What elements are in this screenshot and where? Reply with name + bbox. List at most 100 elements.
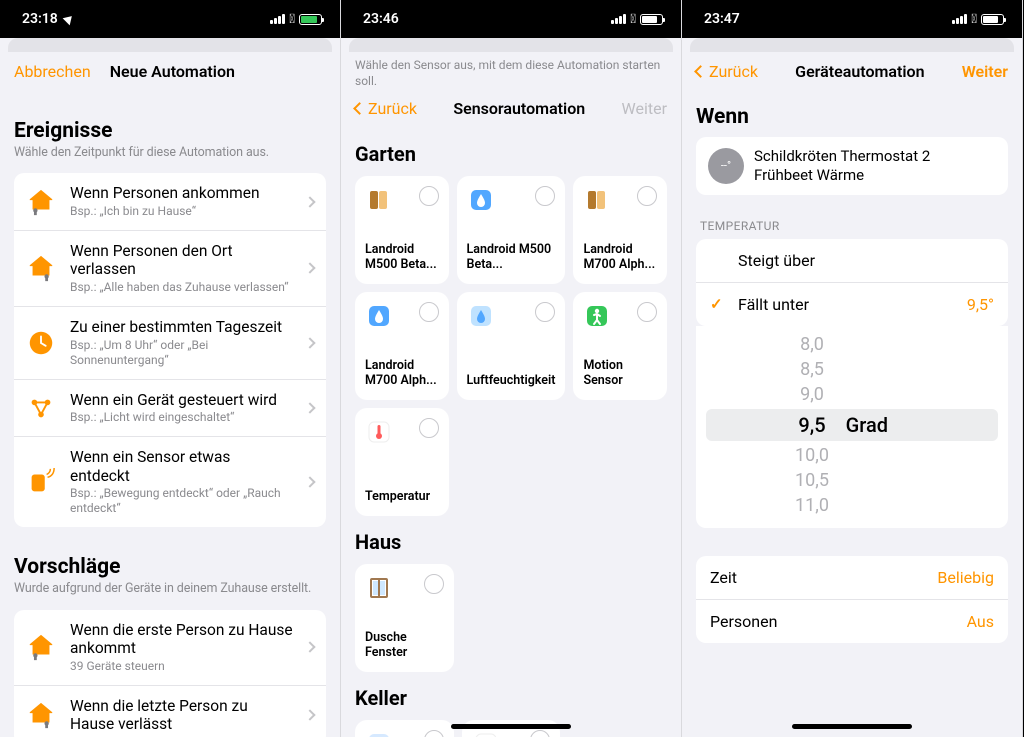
picker-row[interactable]: 10,0 bbox=[696, 443, 1008, 468]
picker-row[interactable]: 11,0 bbox=[696, 493, 1008, 518]
picker-row[interactable]: 8,0 bbox=[696, 332, 1008, 357]
sensor-tile[interactable]: Motion Sensor bbox=[573, 292, 667, 400]
next-button[interactable]: Weiter bbox=[622, 99, 667, 118]
contact-icon bbox=[583, 186, 611, 214]
sensor-tile[interactable] bbox=[355, 720, 454, 737]
row-sub: Bsp.: „Bewegung entdeckt“ oder „Rauch en… bbox=[70, 486, 294, 516]
row-sub: Bsp.: „Alle haben das Zuhause verlassen“ bbox=[70, 280, 294, 295]
row-title: Wenn Personen den Ort verlassen bbox=[70, 242, 294, 279]
room-heading: Haus bbox=[355, 530, 667, 554]
radio-unchecked-icon[interactable] bbox=[419, 302, 439, 322]
tile-label: Landroid M500 Beta... bbox=[467, 242, 556, 272]
accessory-icon bbox=[24, 391, 58, 425]
checkmark-icon: ✓ bbox=[710, 295, 732, 313]
picker-unit: Grad bbox=[846, 413, 906, 437]
sensor-tile[interactable]: Luftfeuchtigkeit bbox=[457, 292, 566, 400]
picker-row[interactable]: 9,0 bbox=[696, 382, 1008, 407]
radio-unchecked-icon[interactable] bbox=[424, 730, 444, 737]
tiles-grid: Dusche Fenster bbox=[355, 564, 667, 672]
row-title: Zu einer bestimmten Tageszeit bbox=[70, 318, 294, 337]
house-arrive-icon bbox=[24, 630, 58, 664]
nav-title: Sensorautomation bbox=[453, 99, 585, 118]
event-row-arrive[interactable]: Wenn Personen ankommen Bsp.: „Ich bin zu… bbox=[14, 173, 326, 230]
sensor-tile[interactable]: Landroid M500 Beta... bbox=[457, 176, 566, 284]
signal-icon bbox=[952, 14, 967, 24]
row-sub: 39 Geräte steuern bbox=[70, 659, 294, 674]
radio-unchecked-icon[interactable] bbox=[419, 418, 439, 438]
chevron-right-icon bbox=[304, 263, 315, 274]
events-heading: Ereignisse bbox=[14, 119, 326, 143]
threshold-falls-below[interactable]: ✓ Fällt unter 9,5° bbox=[696, 282, 1008, 326]
back-button[interactable]: Zurück bbox=[696, 62, 758, 81]
radio-unchecked-icon[interactable] bbox=[637, 186, 657, 206]
picker-value: 10,5 bbox=[795, 470, 829, 491]
picker-value: 8,0 bbox=[800, 334, 824, 355]
status-time: 23:18 bbox=[22, 11, 58, 27]
temperature-picker[interactable]: 8,0 8,59,09,5Grad10,010,511,0 bbox=[696, 326, 1008, 528]
events-list: Wenn Personen ankommen Bsp.: „Ich bin zu… bbox=[14, 173, 326, 527]
sensor-tile[interactable]: Landroid M500 Beta... bbox=[355, 176, 449, 284]
event-row-sensor[interactable]: Wenn ein Sensor etwas entdeckt Bsp.: „Be… bbox=[14, 436, 326, 527]
tile-label: Landroid M700 Alph... bbox=[365, 358, 439, 388]
screen-new-automation: 23:18 􀙇 Abbrechen Neue Automation Ereign… bbox=[0, 0, 341, 737]
picker-row[interactable]: 8,5 bbox=[696, 357, 1008, 382]
content-scroll[interactable]: Wenn --° Schildkröten Thermostat 2 Frühb… bbox=[682, 91, 1022, 737]
threshold-list: Steigt über ✓ Fällt unter 9,5° bbox=[696, 239, 1008, 326]
navbar: Zurück Geräteautomation Weiter bbox=[682, 52, 1022, 91]
cancel-button[interactable]: Abbrechen bbox=[14, 62, 91, 81]
radio-unchecked-icon[interactable] bbox=[530, 730, 550, 737]
navbar: Abbrechen Neue Automation bbox=[0, 52, 340, 91]
row-title: Wenn Personen ankommen bbox=[70, 184, 294, 203]
row-sub: Bsp.: „Licht wird eingeschaltet“ bbox=[70, 410, 294, 425]
house-leave-icon bbox=[24, 698, 58, 732]
event-row-accessory[interactable]: Wenn ein Gerät gesteuert wird Bsp.: „Lic… bbox=[14, 379, 326, 437]
condition-time[interactable]: Zeit Beliebig bbox=[696, 556, 1008, 599]
tile-label: Luftfeuchtigkeit bbox=[467, 373, 556, 388]
radio-unchecked-icon[interactable] bbox=[535, 186, 555, 206]
event-row-leave[interactable]: Wenn Personen den Ort verlassen Bsp.: „A… bbox=[14, 230, 326, 306]
wifi-icon: 􀙇 bbox=[289, 12, 295, 27]
picker-row[interactable]: 9,5Grad bbox=[706, 409, 998, 441]
screen-sensor-automation: 23:46 􀙇 Wähle den Sensor aus, mit dem di… bbox=[341, 0, 682, 737]
window-icon bbox=[365, 574, 393, 602]
status-time: 23:47 bbox=[704, 11, 740, 27]
sensor-tile[interactable]: Dusche Fenster bbox=[355, 564, 454, 672]
next-button[interactable]: Weiter bbox=[962, 62, 1008, 81]
suggestion-row-first-arrive[interactable]: Wenn die erste Person zu Hause ankommt 3… bbox=[14, 610, 326, 685]
suggestions-list: Wenn die erste Person zu Hause ankommt 3… bbox=[14, 610, 326, 737]
humidity-light-icon bbox=[467, 302, 495, 330]
sensor-tile[interactable]: Temperatur bbox=[355, 408, 449, 516]
temp-icon bbox=[365, 418, 393, 446]
radio-unchecked-icon[interactable] bbox=[424, 574, 444, 594]
row-sub: Bsp.: „Um 8 Uhr“ oder „Bei Sonnenunterga… bbox=[70, 338, 294, 368]
conditions-list: Zeit Beliebig Personen Aus bbox=[696, 556, 1008, 643]
picker-value: 8,5 bbox=[800, 359, 824, 380]
house-leave-icon bbox=[24, 251, 58, 285]
device-row[interactable]: --° Schildkröten Thermostat 2 Frühbeet W… bbox=[696, 137, 1008, 195]
picker-row[interactable]: 10,5 bbox=[696, 468, 1008, 493]
nav-title: Geräteautomation bbox=[795, 62, 924, 81]
content-scroll[interactable]: GartenLandroid M500 Beta...Landroid M500… bbox=[341, 128, 681, 737]
suggestion-row-last-leave[interactable]: Wenn die letzte Person zu Hause verlässt bbox=[14, 685, 326, 737]
content-scroll[interactable]: Ereignisse Wähle den Zeitpunkt für diese… bbox=[0, 91, 340, 737]
home-indicator[interactable] bbox=[451, 724, 571, 729]
chevron-right-icon bbox=[304, 642, 315, 653]
row-title: Wenn ein Sensor etwas entdeckt bbox=[70, 448, 294, 485]
condition-people[interactable]: Personen Aus bbox=[696, 599, 1008, 643]
chevron-right-icon bbox=[304, 337, 315, 348]
event-row-time[interactable]: Zu einer bestimmten Tageszeit Bsp.: „Um … bbox=[14, 306, 326, 379]
sheet-backdrop bbox=[349, 38, 673, 52]
home-indicator[interactable] bbox=[792, 724, 912, 729]
back-button[interactable]: Zurück bbox=[355, 99, 417, 118]
suggestions-heading: Vorschläge bbox=[14, 555, 326, 579]
sensor-tile[interactable]: Landroid M700 Alph... bbox=[573, 176, 667, 284]
threshold-rises-above[interactable]: Steigt über bbox=[696, 239, 1008, 282]
tile-label: Motion Sensor bbox=[583, 358, 657, 388]
sensor-tile[interactable]: Landroid M700 Alph... bbox=[355, 292, 449, 400]
hint-text: Wähle den Sensor aus, mit dem diese Auto… bbox=[341, 52, 681, 89]
chevron-right-icon bbox=[304, 477, 315, 488]
radio-unchecked-icon[interactable] bbox=[637, 302, 657, 322]
radio-unchecked-icon[interactable] bbox=[535, 302, 555, 322]
tile-label: Landroid M500 Beta... bbox=[365, 242, 439, 272]
radio-unchecked-icon[interactable] bbox=[419, 186, 439, 206]
